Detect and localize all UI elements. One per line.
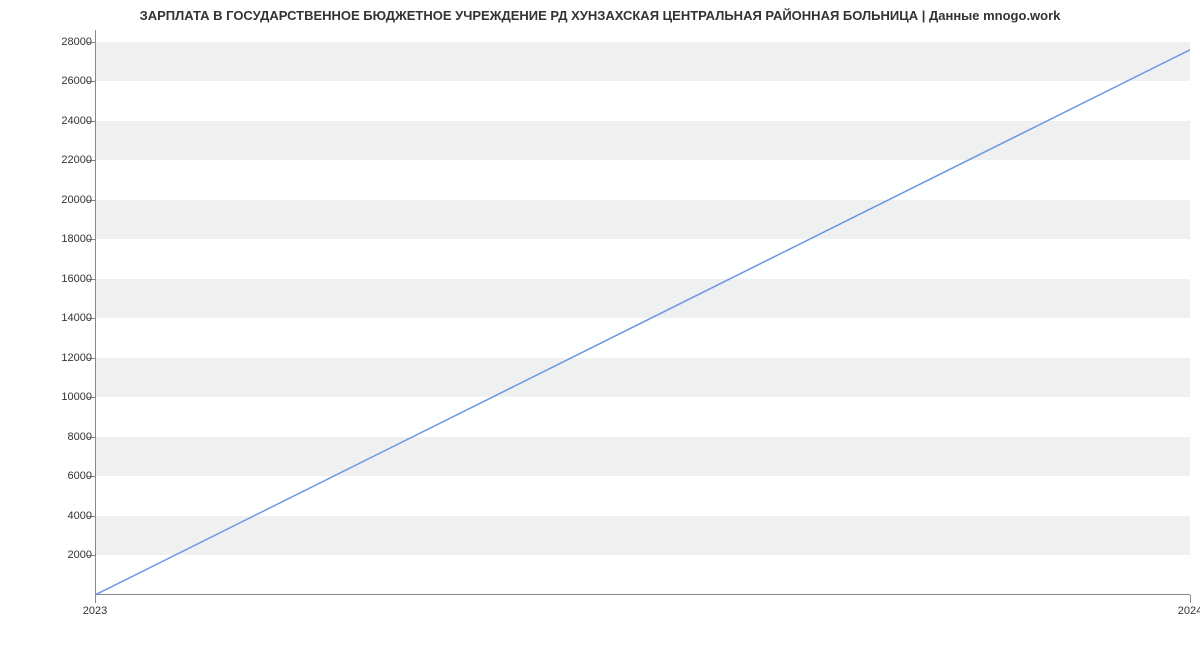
y-axis-label: 20000 [61,194,92,206]
y-axis-label: 14000 [61,312,92,324]
grid-band [95,516,1190,556]
grid-band [95,121,1190,161]
y-axis-label: 10000 [61,391,92,403]
x-axis [95,594,1190,595]
y-axis-label: 24000 [61,115,92,127]
y-axis-label: 28000 [61,36,92,48]
y-axis-label: 26000 [61,75,92,87]
x-tick [1190,595,1191,603]
y-axis [95,30,96,595]
plot-area [95,30,1190,595]
grid-band [95,279,1190,319]
y-axis-label: 16000 [61,273,92,285]
chart-container: ЗАРПЛАТА В ГОСУДАРСТВЕННОЕ БЮДЖЕТНОЕ УЧР… [0,0,1200,650]
grid-band [95,437,1190,477]
y-axis-label: 22000 [61,154,92,166]
x-tick [95,595,96,603]
grid-band [95,358,1190,398]
x-axis-label: 2024 [1178,605,1200,617]
y-axis-label: 6000 [68,470,92,482]
x-axis-label: 2023 [83,605,107,617]
y-axis-label: 12000 [61,352,92,364]
y-axis-label: 4000 [68,510,92,522]
chart-title: ЗАРПЛАТА В ГОСУДАРСТВЕННОЕ БЮДЖЕТНОЕ УЧР… [0,8,1200,23]
y-axis-label: 18000 [61,233,92,245]
y-axis-label: 2000 [68,549,92,561]
grid-band [95,42,1190,82]
y-axis-label: 8000 [68,431,92,443]
grid-band [95,200,1190,240]
